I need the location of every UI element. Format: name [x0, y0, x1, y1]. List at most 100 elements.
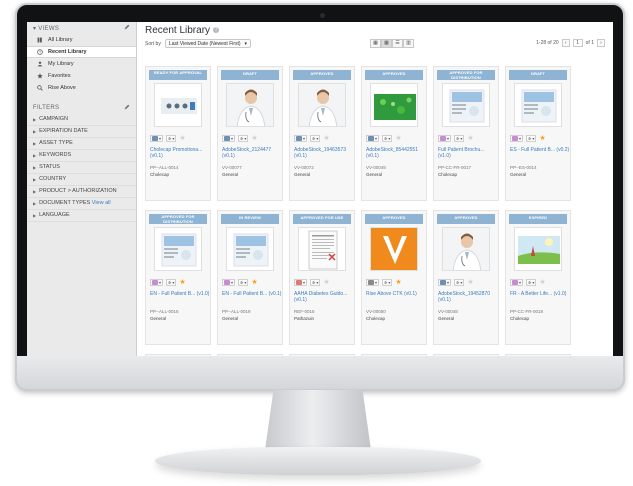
asset-card[interactable]: IN REVIEW ▾ ✲ ▾ ★ EN - Full Patient B... (v0.…: [217, 210, 283, 345]
asset-name-link[interactable]: Rise Above CTK (v0.1): [366, 291, 426, 297]
favorite-star-icon[interactable]: ★: [467, 135, 473, 142]
asset-card[interactable]: DRAFT: [433, 354, 499, 356]
file-type-menu-button[interactable]: ▾: [150, 135, 164, 142]
asset-card[interactable]: APPROVED ▾ ✲ ▾ ★ AdobeStock_85442551 (v0.1) VV…: [361, 66, 427, 201]
filter-expiration-date[interactable]: ▶ EXPIRATION DATE: [27, 126, 136, 138]
favorite-star-icon[interactable]: ★: [539, 279, 545, 286]
asset-name-link[interactable]: AdobeStock_19452870 (v0.1): [438, 291, 498, 303]
sidebar-item-rise-above[interactable]: Rise Above: [27, 82, 136, 94]
view-all-link[interactable]: View all: [92, 200, 111, 206]
sidebar-item-recent-library[interactable]: Recent Library: [27, 46, 136, 58]
asset-card[interactable]: EXPIRED: [289, 354, 355, 356]
favorite-star-icon[interactable]: ★: [323, 279, 329, 286]
asset-card[interactable]: APPROVED ▾ ✲ ▾ ★ AdobeStock_19463573 (v0.1) VV…: [289, 66, 355, 201]
asset-name-link[interactable]: AdobeStock_19463573 (v0.1): [294, 147, 354, 159]
asset-card[interactable]: APPROVED FOR DISTRIBUTION ▾ ✲ ▾ ★ Full Patien…: [433, 66, 499, 201]
asset-thumbnail[interactable]: [154, 227, 202, 271]
file-type-menu-button[interactable]: ▾: [510, 135, 524, 142]
gear-menu-button[interactable]: ✲ ▾: [454, 279, 465, 286]
filter-country[interactable]: ▶ COUNTRY: [27, 174, 136, 186]
gear-menu-button[interactable]: ✲ ▾: [526, 135, 537, 142]
favorite-star-icon[interactable]: ★: [323, 135, 329, 142]
gear-menu-button[interactable]: ✲ ▾: [166, 135, 177, 142]
favorite-star-icon[interactable]: ★: [179, 279, 185, 286]
gear-menu-button[interactable]: ✲ ▾: [310, 135, 321, 142]
filter-status[interactable]: ▶ STATUS: [27, 162, 136, 174]
gear-menu-button[interactable]: ✲ ▾: [166, 279, 177, 286]
favorite-star-icon[interactable]: ★: [395, 135, 401, 142]
file-type-menu-button[interactable]: ▾: [150, 279, 164, 286]
filter-product-authorization[interactable]: ▶ PRODUCT > AUTHORIZATION: [27, 186, 136, 198]
pencil-icon[interactable]: [124, 24, 130, 32]
gear-menu-button[interactable]: ✲ ▾: [454, 135, 465, 142]
asset-thumbnail[interactable]: [298, 227, 346, 271]
sort-select[interactable]: Last Viewed Date (Newest First) ▾: [165, 39, 251, 48]
asset-card[interactable]: EXPIRED ▾ ✲ ▾ ★ FR - A Better Life... (v1.0) P…: [505, 210, 571, 345]
file-type-menu-button[interactable]: ▾: [510, 279, 524, 286]
table-view-button[interactable]: ▥: [403, 39, 414, 48]
asset-name-link[interactable]: EN - Full Patient B... (v0.1): [222, 291, 282, 297]
asset-card[interactable]: APPROVED FOR DISTRIBUTION ▾ ✲ ▾ ★ EN - Full P…: [145, 210, 211, 345]
gear-menu-button[interactable]: ✲ ▾: [238, 279, 249, 286]
filter-campaign[interactable]: ▶ CAMPAIGN: [27, 114, 136, 126]
asset-card[interactable]: EXPIRED: [217, 354, 283, 356]
filter-document-types[interactable]: ▶ DOCUMENT TYPES View all: [27, 198, 136, 210]
asset-card[interactable]: DRAFT: [361, 354, 427, 356]
filter-asset-type[interactable]: ▶ ASSET TYPE: [27, 138, 136, 150]
favorite-star-icon[interactable]: ★: [539, 135, 545, 142]
file-type-menu-button[interactable]: ▾: [438, 279, 452, 286]
views-heading[interactable]: ▾ VIEWS: [27, 22, 136, 34]
asset-thumbnail[interactable]: [370, 227, 418, 271]
asset-card[interactable]: DRAFT ▾ ✲ ▾ ★ AdobeStock_2124477 (v0.1) VV-000…: [217, 66, 283, 201]
gear-menu-button[interactable]: ✲ ▾: [526, 279, 537, 286]
asset-card[interactable]: READY FOR APPROVAL ▾ ✲ ▾ ★ Cholecap Promotion…: [145, 66, 211, 201]
asset-thumbnail[interactable]: [298, 83, 346, 127]
asset-card[interactable]: APPROVED ▾ ✲ ▾ ★ Rise Above CTK (v0.1) VV-0005…: [361, 210, 427, 345]
asset-card[interactable]: APPROVED: [505, 354, 571, 356]
gear-menu-button[interactable]: ✲ ▾: [238, 135, 249, 142]
file-type-menu-button[interactable]: ▾: [294, 279, 308, 286]
prev-page-button[interactable]: ‹: [561, 39, 570, 47]
filter-keywords[interactable]: ▶ KEYWORDS: [27, 150, 136, 162]
sidebar-item-all-library[interactable]: All Library: [27, 34, 136, 46]
gear-menu-button[interactable]: ✲ ▾: [310, 279, 321, 286]
file-type-menu-button[interactable]: ▾: [438, 135, 452, 142]
asset-thumbnail[interactable]: [442, 83, 490, 127]
favorite-star-icon[interactable]: ★: [251, 279, 257, 286]
file-type-menu-button[interactable]: ▾: [222, 135, 236, 142]
sidebar-item-my-library[interactable]: My Library: [27, 58, 136, 70]
help-icon[interactable]: ?: [213, 27, 220, 33]
filter-language[interactable]: ▶ LANGUAGE: [27, 210, 136, 222]
asset-name-link[interactable]: AAHA Diabetes Guido... (v0.1): [294, 291, 354, 303]
favorite-star-icon[interactable]: ★: [395, 279, 401, 286]
asset-card[interactable]: APPROVED FOR USE ▾ ✲ ▾ ★ AAHA Diabetes Guido.…: [289, 210, 355, 345]
list-view-button[interactable]: ☰: [392, 39, 403, 48]
asset-thumbnail[interactable]: [442, 227, 490, 271]
asset-thumbnail[interactable]: [226, 227, 274, 271]
asset-card[interactable]: APPROVED ▾ ✲ ▾ ★ AdobeStock_19452870 (v0.1) VV…: [433, 210, 499, 345]
page-input[interactable]: 1: [572, 39, 583, 47]
favorite-star-icon[interactable]: ★: [179, 135, 185, 142]
asset-card[interactable]: DRAFT ▾ ✲ ▾ ★ ES - Full Patient B... (v0.2) PP…: [505, 66, 571, 201]
file-type-menu-button[interactable]: ▾: [366, 135, 380, 142]
asset-thumbnail[interactable]: [154, 83, 202, 127]
grid-view-button[interactable]: ▦: [381, 39, 392, 48]
favorite-star-icon[interactable]: ★: [467, 279, 473, 286]
file-type-menu-button[interactable]: ▾: [294, 135, 308, 142]
asset-thumbnail[interactable]: [370, 83, 418, 127]
asset-name-link[interactable]: AdobeStock_85442551 (v0.1): [366, 147, 426, 159]
asset-thumbnail[interactable]: [514, 227, 562, 271]
asset-name-link[interactable]: Cholecap Promotiona... (v0.1): [150, 147, 210, 159]
next-page-button[interactable]: ›: [597, 39, 605, 47]
asset-name-link[interactable]: Full Patient Brochu... (v1.0): [438, 147, 498, 159]
asset-name-link[interactable]: FR - A Better Life... (v1.0): [510, 291, 570, 297]
asset-thumbnail[interactable]: [514, 83, 562, 127]
asset-name-link[interactable]: AdobeStock_2124477 (v0.1): [222, 147, 282, 159]
gear-menu-button[interactable]: ✲ ▾: [382, 279, 393, 286]
large-grid-view-button[interactable]: ▦: [370, 39, 381, 48]
asset-thumbnail[interactable]: [226, 83, 274, 127]
sidebar-item-favorites[interactable]: Favorites: [27, 70, 136, 82]
favorite-star-icon[interactable]: ★: [251, 135, 257, 142]
file-type-menu-button[interactable]: ▾: [366, 279, 380, 286]
file-type-menu-button[interactable]: ▾: [222, 279, 236, 286]
